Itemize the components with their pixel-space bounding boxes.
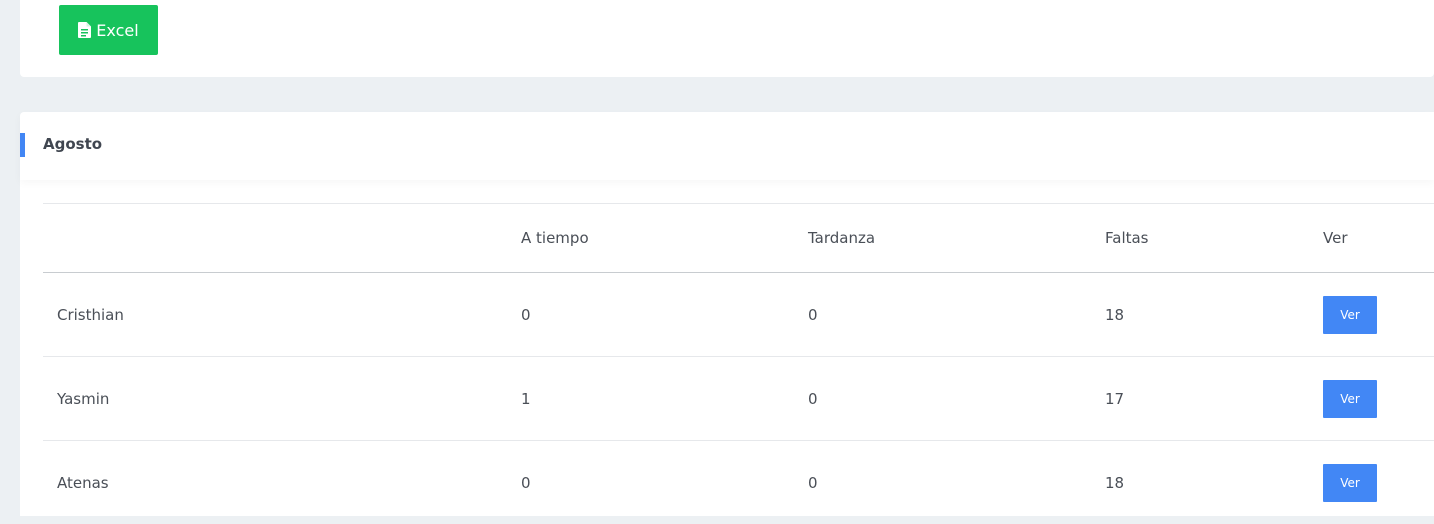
toolbar-card: Excel [20, 0, 1434, 77]
cell-action: Ver [1323, 441, 1377, 524]
cell-tardanza: 0 [808, 389, 818, 408]
excel-button-label: Excel [96, 20, 139, 40]
cell-tardanza: 0 [808, 473, 818, 492]
cell-name: Atenas [57, 473, 109, 492]
cell-faltas: 17 [1105, 389, 1125, 408]
card-title: Agosto [43, 135, 103, 153]
cell-name: Yasmin [57, 389, 110, 408]
table-header-row: A tiempo Tardanza Faltas Ver [43, 203, 1434, 273]
cell-tardanza: 0 [808, 305, 818, 324]
cell-name: Cristhian [57, 305, 124, 324]
excel-export-button[interactable]: Excel [59, 5, 158, 55]
header-accent-bar [20, 133, 25, 157]
ver-button[interactable]: Ver [1323, 463, 1377, 502]
table-row: Cristhian 0 0 18 Ver [43, 273, 1434, 357]
file-spreadsheet-icon [78, 22, 92, 38]
cell-a-tiempo: 1 [521, 389, 531, 408]
ver-button[interactable]: Ver [1323, 379, 1377, 418]
column-header-faltas: Faltas [1105, 229, 1149, 247]
card-header: Agosto [20, 112, 1434, 180]
cell-a-tiempo: 0 [521, 305, 531, 324]
cell-a-tiempo: 0 [521, 473, 531, 492]
cell-faltas: 18 [1105, 473, 1125, 492]
ver-button[interactable]: Ver [1323, 295, 1377, 334]
column-header-a-tiempo: A tiempo [521, 229, 589, 247]
table-row: Atenas 0 0 18 Ver [43, 441, 1434, 524]
cell-action: Ver [1323, 357, 1377, 440]
attendance-table: A tiempo Tardanza Faltas Ver Cristhian 0… [43, 203, 1434, 524]
column-header-tardanza: Tardanza [808, 229, 876, 247]
column-header-ver: Ver [1323, 229, 1348, 247]
cell-action: Ver [1323, 273, 1377, 356]
table-row: Yasmin 1 0 17 Ver [43, 357, 1434, 441]
attendance-card: Agosto A tiempo Tardanza Faltas Ver Cris… [20, 112, 1434, 516]
cell-faltas: 18 [1105, 305, 1125, 324]
